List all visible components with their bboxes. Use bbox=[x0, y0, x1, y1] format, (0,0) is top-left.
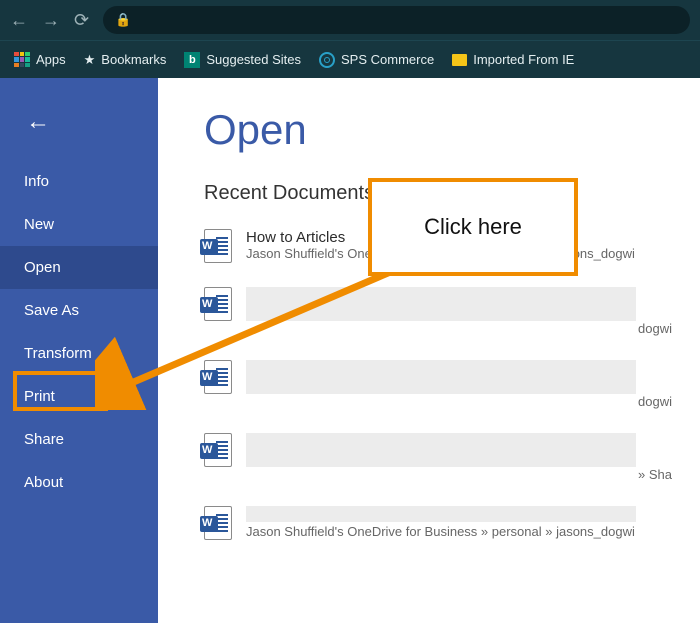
sidebar-item-label: Save As bbox=[24, 302, 79, 319]
sidebar: ← Info New Open Save As Transform Print … bbox=[0, 78, 158, 623]
word-online-backstage: ← Info New Open Save As Transform Print … bbox=[0, 78, 700, 623]
apps-icon bbox=[14, 52, 30, 68]
doc-path-tail: dogwi bbox=[638, 321, 672, 336]
bookmark-bar: Apps ★ Bookmarks b Suggested Sites SPS C… bbox=[0, 40, 700, 78]
document-row[interactable]: W Jason Shuffield's OneDrive for Busines… bbox=[204, 506, 700, 540]
word-doc-icon: W bbox=[204, 287, 232, 321]
sidebar-item-share[interactable]: Share bbox=[0, 418, 158, 461]
back-button[interactable]: ← bbox=[0, 100, 158, 160]
word-doc-icon: W bbox=[204, 229, 232, 263]
bookmark-imported[interactable]: Imported From IE bbox=[452, 52, 574, 67]
forward-icon[interactable]: → bbox=[42, 10, 60, 31]
bookmark-suggested[interactable]: b Suggested Sites bbox=[184, 52, 301, 68]
page-title: Open bbox=[204, 106, 700, 154]
sidebar-item-open[interactable]: Open bbox=[0, 246, 158, 289]
sidebar-item-label: New bbox=[24, 216, 54, 233]
redacted-content bbox=[246, 506, 636, 522]
bookmark-sps[interactable]: SPS Commerce bbox=[319, 52, 434, 68]
sidebar-item-info[interactable]: Info bbox=[0, 160, 158, 203]
sidebar-item-label: Info bbox=[24, 173, 49, 190]
main-panel: Open Recent Documents W How to Articles … bbox=[158, 78, 700, 623]
sidebar-item-transform[interactable]: Transform bbox=[0, 332, 158, 375]
folder-icon bbox=[452, 54, 467, 66]
sidebar-item-save-as[interactable]: Save As bbox=[0, 289, 158, 332]
annotation-callout: Click here bbox=[368, 178, 578, 276]
redacted-content bbox=[246, 287, 636, 321]
document-row[interactable]: W » Sha bbox=[204, 433, 700, 482]
sidebar-item-label: About bbox=[24, 474, 63, 491]
lock-icon: 🔒 bbox=[115, 12, 131, 28]
sidebar-item-about[interactable]: About bbox=[0, 461, 158, 504]
bookmark-label: SPS Commerce bbox=[341, 52, 434, 67]
sidebar-item-new[interactable]: New bbox=[0, 203, 158, 246]
annotation-text: Click here bbox=[424, 214, 522, 240]
word-doc-icon: W bbox=[204, 506, 232, 540]
document-row[interactable]: W dogwi bbox=[204, 287, 700, 336]
sidebar-item-label: Share bbox=[24, 431, 64, 448]
sidebar-item-label: Transform bbox=[24, 345, 92, 362]
document-row[interactable]: W dogwi bbox=[204, 360, 700, 409]
bookmark-apps[interactable]: Apps bbox=[14, 52, 66, 68]
bookmark-bookmarks[interactable]: ★ Bookmarks bbox=[84, 52, 167, 68]
browser-toolbar: ← → ⟳ 🔒 bbox=[0, 0, 700, 40]
redacted-content bbox=[246, 433, 636, 467]
word-doc-icon: W bbox=[204, 360, 232, 394]
doc-path: Jason Shuffield's OneDrive for Business … bbox=[246, 524, 636, 539]
redacted-content bbox=[246, 360, 636, 394]
bookmark-label: Suggested Sites bbox=[206, 52, 301, 67]
bookmark-label: Apps bbox=[36, 52, 66, 67]
star-icon: ★ bbox=[84, 52, 96, 68]
back-icon[interactable]: ← bbox=[10, 10, 28, 31]
word-doc-icon: W bbox=[204, 433, 232, 467]
reload-icon[interactable]: ⟳ bbox=[74, 10, 89, 31]
doc-path-tail: dogwi bbox=[638, 394, 672, 409]
bing-icon: b bbox=[184, 52, 200, 68]
annotation-highlight bbox=[13, 371, 108, 411]
bookmark-label: Imported From IE bbox=[473, 52, 574, 67]
bookmark-label: Bookmarks bbox=[101, 52, 166, 67]
address-bar[interactable]: 🔒 bbox=[103, 6, 690, 34]
doc-path-tail: » Sha bbox=[638, 467, 672, 482]
sidebar-item-label: Open bbox=[24, 259, 61, 276]
sps-icon bbox=[319, 52, 335, 68]
